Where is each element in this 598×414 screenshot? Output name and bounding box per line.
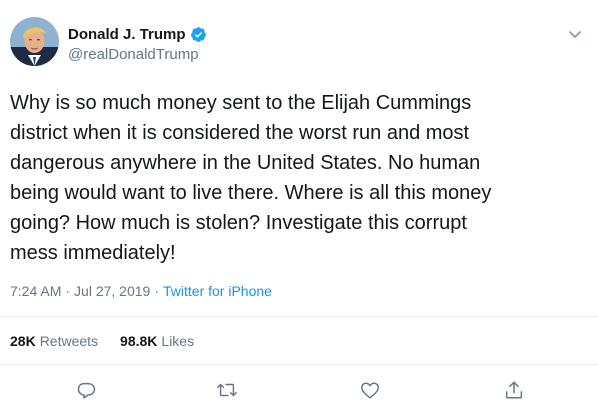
likes-count: 98.8K <box>120 333 158 349</box>
tweet-time[interactable]: 7:24 AM <box>10 283 61 299</box>
retweets-count: 28K <box>10 333 36 349</box>
reply-button[interactable] <box>72 376 100 404</box>
tweet-actions <box>0 376 598 404</box>
share-button[interactable] <box>500 376 528 404</box>
reply-icon <box>77 382 96 399</box>
display-name[interactable]: Donald J. Trump <box>68 26 186 43</box>
like-button[interactable] <box>356 376 384 404</box>
tweet-meta: 7:24 AM · Jul 27, 2019 · Twitter for iPh… <box>10 283 272 299</box>
meta-separator: · <box>154 283 160 299</box>
chevron-down-icon[interactable] <box>566 25 584 43</box>
retweet-icon <box>217 383 237 397</box>
avatar[interactable] <box>10 17 59 66</box>
user-handle[interactable]: @realDonaldTrump <box>68 46 207 63</box>
tweet-text: Why is so much money sent to the Elijah … <box>10 92 492 264</box>
likes-label: Likes <box>161 333 195 349</box>
meta-separator: · <box>65 283 71 299</box>
author-names: Donald J. Trump @realDonaldTrump <box>68 24 207 63</box>
retweets-stat[interactable]: 28K Retweets <box>10 333 98 349</box>
divider <box>0 316 598 317</box>
tweet-header: Donald J. Trump @realDonaldTrump <box>10 15 588 71</box>
display-name-row: Donald J. Trump <box>68 24 207 44</box>
avatar-image <box>10 17 59 66</box>
verified-badge-icon <box>190 26 207 43</box>
retweets-label: Retweets <box>39 333 99 349</box>
likes-stat[interactable]: 98.8K Likes <box>120 333 194 349</box>
heart-icon <box>361 382 379 399</box>
tweet-date[interactable]: Jul 27, 2019 <box>74 283 150 299</box>
divider <box>0 364 598 365</box>
tweet-source-link[interactable]: Twitter for iPhone <box>163 283 272 299</box>
retweet-button[interactable] <box>213 376 241 404</box>
tweet-stats: 28K Retweets 98.8K Likes <box>10 333 216 349</box>
tweet-card: Donald J. Trump @realDonaldTrump Why is … <box>0 0 598 414</box>
share-icon <box>505 381 523 399</box>
